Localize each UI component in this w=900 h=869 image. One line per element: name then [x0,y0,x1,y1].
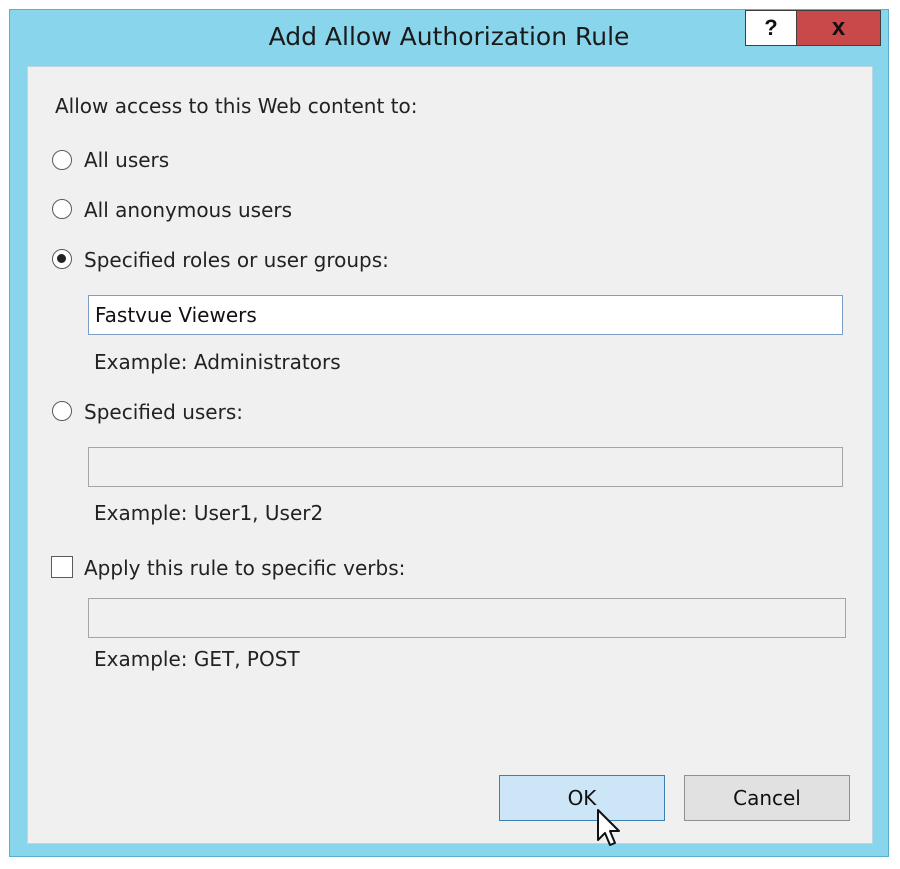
users-example-label: Example: User1, User2 [94,501,324,525]
roles-example-label: Example: Administrators [94,350,341,374]
radio-all-users-label[interactable]: All users [84,148,169,172]
radio-specified-users-label[interactable]: Specified users: [84,400,243,424]
verbs-checkbox[interactable] [51,556,73,578]
help-icon: ? [764,15,778,40]
title-bar[interactable]: Add Allow Authorization Rule ? x [10,10,888,65]
close-button[interactable]: x [797,10,881,46]
dialog-content: Allow access to this Web content to: All… [27,66,873,844]
verbs-checkbox-label[interactable]: Apply this rule to specific verbs: [84,556,405,580]
verbs-input[interactable] [88,598,846,638]
radio-selected-dot [57,254,66,263]
radio-specified-roles[interactable] [52,249,72,269]
help-button[interactable]: ? [745,10,797,46]
close-icon: x [831,14,846,41]
users-input[interactable] [88,447,843,487]
intro-label: Allow access to this Web content to: [55,94,418,118]
radio-all-users[interactable] [52,150,72,170]
radio-anonymous-users-label[interactable]: All anonymous users [84,198,292,222]
mouse-pointer-icon [597,809,620,846]
cancel-button[interactable]: Cancel [684,775,850,821]
radio-specified-roles-label[interactable]: Specified roles or user groups: [84,248,389,272]
radio-anonymous-users[interactable] [52,199,72,219]
roles-input[interactable] [88,295,843,335]
ok-button[interactable]: OK [499,775,665,821]
radio-specified-users[interactable] [52,401,72,421]
verbs-example-label: Example: GET, POST [94,647,300,671]
